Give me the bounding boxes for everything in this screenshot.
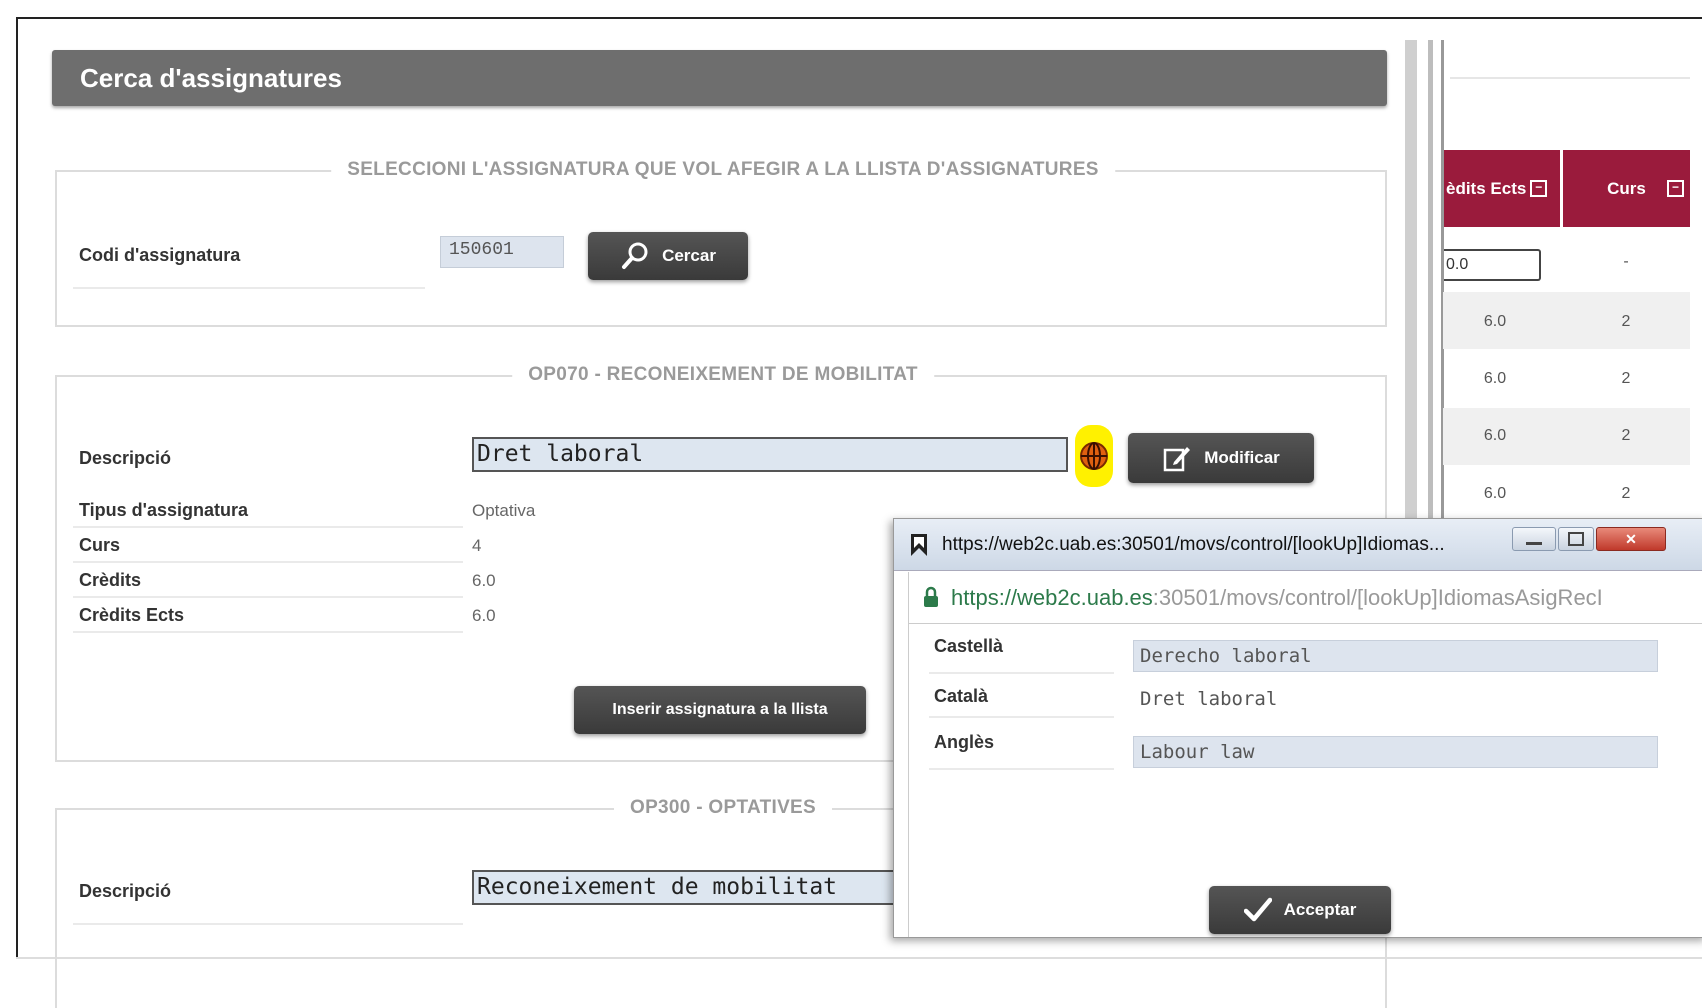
popup-url-host: https://web2c.uab.es (951, 585, 1153, 610)
code-row-line (73, 287, 425, 289)
maximize-icon (1568, 532, 1584, 546)
modify-button-label: Modificar (1204, 448, 1280, 467)
page-title: Cerca d'assignatures (80, 63, 342, 93)
optatives-legend: OP300 - OPTATIVES (614, 797, 832, 819)
panel-divider (1428, 40, 1433, 532)
row-line (73, 526, 463, 528)
table-cell-ects: 6.0 (1483, 485, 1507, 502)
accept-button[interactable]: Acceptar (1209, 886, 1391, 934)
panel-scrollbar[interactable] (1405, 40, 1417, 532)
search-legend: SELECCIONI L'ASSIGNATURA QUE VOL AFEGIR … (331, 159, 1115, 181)
row-line (929, 716, 1114, 718)
minimize-icon (1526, 541, 1542, 545)
table-cell-curs: 2 (1621, 370, 1631, 387)
row-line (73, 631, 463, 633)
panel-top-line (1450, 77, 1690, 79)
insert-button-label: Inserir assignatura a la llista (612, 701, 828, 718)
row-line (73, 561, 463, 563)
popup-url-path: :30501/movs/control/[lookUp]IdiomasAsigR… (1152, 585, 1603, 610)
popup-body: Castellà Derecho laboral Català Dret lab… (908, 624, 1702, 937)
row-line (929, 672, 1114, 674)
column-header-ects-label: èdits Ects (1446, 178, 1527, 198)
row-line (73, 923, 463, 925)
accept-button-label: Acceptar (1283, 900, 1357, 919)
row-line (73, 596, 463, 598)
row-line (929, 768, 1114, 770)
check-icon (1243, 897, 1272, 922)
table-cell-curs: 2 (1621, 485, 1631, 502)
subject-legend: OP070 - RECONEIXEMENT DE MOBILITAT (512, 364, 934, 386)
column-header-ects[interactable]: èdits Ects − (1444, 150, 1560, 227)
popup-titlebar[interactable]: https://web2c.uab.es:30501/movs/control/… (894, 519, 1702, 571)
description-label: Descripció (79, 448, 172, 468)
table-cell-ects: 6.0 (1483, 313, 1507, 330)
column-header-curs-label: Curs (1607, 178, 1646, 198)
field-value-curs: 4 (472, 536, 482, 555)
field-label-credits: Crèdits (79, 570, 142, 590)
popup-label-angles: Anglès (934, 732, 995, 752)
modify-button[interactable]: Modificar (1128, 433, 1314, 483)
language-popup-window: https://web2c.uab.es:30501/movs/control/… (893, 518, 1702, 938)
ects-filter-input[interactable]: 0.0 (1444, 249, 1541, 281)
popup-label-castella: Castellà (934, 636, 1004, 656)
column-header-curs[interactable]: Curs − (1563, 150, 1690, 227)
maximize-button[interactable] (1558, 527, 1594, 551)
popup-title: https://web2c.uab.es:30501/movs/control/… (942, 534, 1445, 555)
minimize-button[interactable] (1512, 527, 1556, 551)
collapse-icon: − (1530, 180, 1548, 197)
code-label: Codi d'assignatura (79, 245, 241, 265)
table-cell-curs: 2 (1621, 427, 1631, 444)
catala-value: Dret laboral (1140, 688, 1278, 710)
optatives-description-input[interactable]: Reconeixement de mobilitat (472, 870, 902, 905)
table-cell-ects: 6.0 (1483, 370, 1507, 387)
close-icon: ✕ (1625, 530, 1637, 547)
popup-label-catala: Català (934, 686, 989, 706)
close-button[interactable]: ✕ (1596, 527, 1666, 551)
field-value-ects: 6.0 (472, 606, 496, 625)
popup-address-bar[interactable]: https://web2c.uab.es:30501/movs/control/… (908, 572, 1702, 624)
field-value-type: Optativa (472, 501, 536, 520)
search-button[interactable]: Cercar (588, 232, 748, 280)
field-label-ects: Crèdits Ects (79, 605, 185, 625)
castella-input[interactable]: Derecho laboral (1133, 640, 1658, 672)
field-value-credits: 6.0 (472, 571, 496, 590)
angles-input[interactable]: Labour law (1133, 736, 1658, 768)
description-input[interactable]: Dret laboral (472, 437, 1068, 472)
bookmark-icon (911, 534, 927, 556)
page-header: Cerca d'assignatures (52, 50, 1387, 106)
collapse-icon: − (1667, 180, 1684, 197)
search-icon (622, 242, 648, 269)
code-input[interactable]: 150601 (440, 236, 564, 268)
optatives-description-label: Descripció (79, 881, 172, 901)
search-button-label: Cercar (662, 246, 716, 265)
table-cell-curs: 2 (1621, 313, 1631, 330)
insert-button[interactable]: Inserir assignatura a la llista (574, 686, 866, 734)
field-label-type: Tipus d'assignatura (79, 500, 248, 520)
globe-icon (1080, 442, 1108, 470)
lock-icon (924, 586, 938, 607)
edit-icon (1163, 447, 1191, 472)
field-label-curs: Curs (79, 535, 121, 555)
table-cell-ects: 6.0 (1483, 427, 1507, 444)
curs-filter-cell: - (1623, 253, 1629, 270)
language-button[interactable] (1075, 425, 1113, 487)
popup-url: https://web2c.uab.es:30501/movs/control/… (951, 585, 1603, 611)
